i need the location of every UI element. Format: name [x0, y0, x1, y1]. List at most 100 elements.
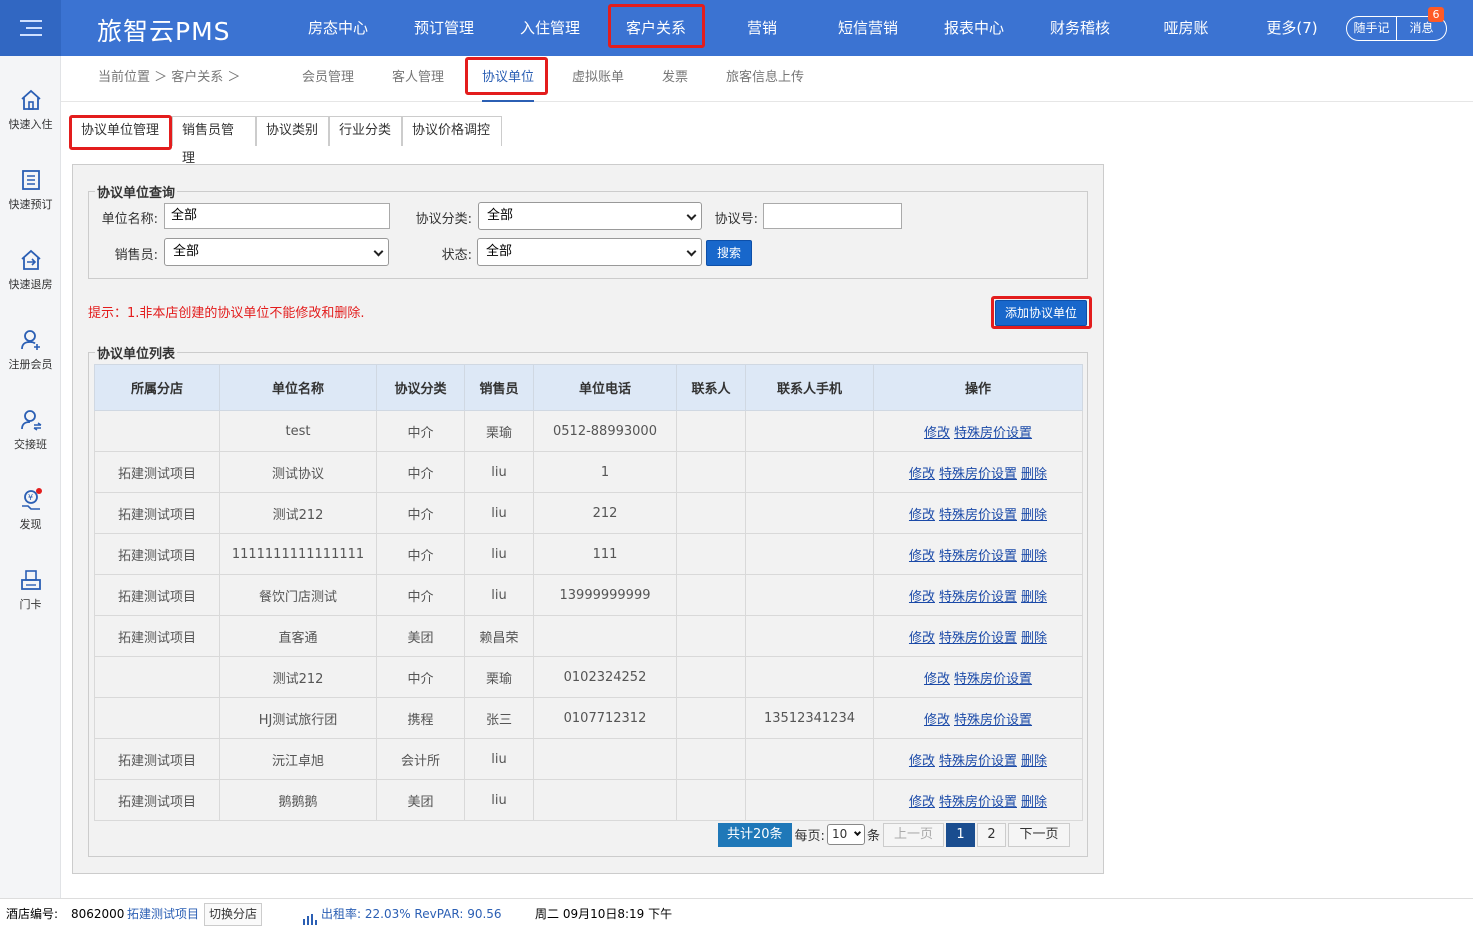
nav-reservations[interactable]: 预订管理: [404, 0, 484, 56]
nav-marketing[interactable]: 营销: [732, 0, 792, 56]
next-page-button[interactable]: 下一页: [1007, 822, 1070, 847]
sidebar-item-door-card[interactable]: 门卡: [0, 568, 61, 612]
menu-toggle-button[interactable]: [0, 0, 61, 56]
user-exchange-icon: [20, 410, 41, 431]
unit-name-input[interactable]: 全部: [164, 203, 390, 229]
edit-link[interactable]: 修改: [909, 795, 935, 810]
special-price-link[interactable]: 特殊房价设置: [939, 631, 1017, 646]
edit-link[interactable]: 修改: [909, 590, 935, 605]
delete-link[interactable]: 删除: [1021, 754, 1047, 769]
delete-link[interactable]: 删除: [1021, 467, 1047, 482]
edit-link[interactable]: 修改: [909, 467, 935, 482]
edit-link[interactable]: 修改: [924, 426, 950, 441]
cell-contact: [676, 779, 746, 821]
special-price-link[interactable]: 特殊房价设置: [939, 508, 1017, 523]
search-button[interactable]: 搜索: [706, 240, 752, 266]
sidebar-item-quick-checkin[interactable]: 快速入住: [0, 88, 61, 132]
cell-mobile: [745, 492, 874, 534]
subnav-guest-management[interactable]: 客人管理: [392, 56, 444, 102]
special-price-link[interactable]: 特殊房价设置: [939, 590, 1017, 605]
edit-link[interactable]: 修改: [909, 754, 935, 769]
per-page-select[interactable]: 10: [826, 824, 865, 845]
table-row: 拓建测试项目 1111111111111111 中介 liu 111 修改 特殊房价设置 删除: [94, 533, 1083, 575]
app-logo: 旅智云PMS: [97, 17, 231, 46]
subnav-virtual-bill[interactable]: 虚拟账单: [572, 56, 624, 102]
cell-branch: 拓建测试项目: [94, 451, 220, 493]
sidebar-item-register-member[interactable]: 注册会员: [0, 328, 61, 372]
sidebar-item-quick-booking[interactable]: 快速预订: [0, 168, 61, 212]
cell-sales: 栗瑜: [464, 410, 534, 452]
left-sidebar: 快速入住 快速预订 快速退房 注册会员 交接班 ¥ 发现 门卡: [0, 56, 61, 929]
delete-link[interactable]: 删除: [1021, 631, 1047, 646]
tab-agreement-price-control[interactable]: 协议价格调控: [402, 116, 502, 146]
edit-link[interactable]: 修改: [909, 631, 935, 646]
subnav-traveler-upload[interactable]: 旅客信息上传: [726, 56, 804, 102]
status-label: 状态:: [441, 248, 472, 263]
cell-phone: 1: [533, 451, 677, 493]
cell-category: 美团: [376, 615, 465, 657]
nav-dummy-account[interactable]: 哑房账: [1152, 0, 1220, 56]
tab-salesman-management[interactable]: 销售员管理: [172, 116, 256, 166]
column-header: 销售员: [464, 364, 534, 411]
cell-contact: [676, 451, 746, 493]
delete-link[interactable]: 删除: [1021, 795, 1047, 810]
special-price-link[interactable]: 特殊房价设置: [939, 754, 1017, 769]
tab-agreement-category[interactable]: 协议类别: [256, 116, 329, 146]
cell-actions: 修改 特殊房价设置 删除: [873, 738, 1083, 780]
tab-industry-category[interactable]: 行业分类: [329, 116, 402, 146]
edit-link[interactable]: 修改: [924, 672, 950, 687]
nav-room-status[interactable]: 房态中心: [298, 0, 378, 56]
message-count-badge: 6: [1428, 7, 1444, 22]
status-select[interactable]: 全部: [477, 238, 702, 266]
agreement-no-input[interactable]: [763, 203, 902, 229]
cell-name: 直客通: [219, 615, 377, 657]
cell-category: 会计所: [376, 738, 465, 780]
delete-link[interactable]: 删除: [1021, 590, 1047, 605]
special-price-link[interactable]: 特殊房价设置: [954, 713, 1032, 728]
special-price-link[interactable]: 特殊房价设置: [939, 549, 1017, 564]
cell-phone: 111: [533, 533, 677, 575]
prev-page-button[interactable]: 上一页: [882, 822, 944, 847]
sidebar-item-shift-handover[interactable]: 交接班: [0, 408, 61, 452]
nav-sms-marketing[interactable]: 短信营销: [828, 0, 908, 56]
cell-sales: liu: [464, 574, 534, 616]
subnav-invoice[interactable]: 发票: [662, 56, 688, 102]
category-select[interactable]: 全部: [478, 202, 702, 230]
highlight-box: [465, 57, 548, 95]
cell-actions: 修改 特殊房价设置 删除: [873, 451, 1083, 493]
cell-category: 中介: [376, 574, 465, 616]
edit-link[interactable]: 修改: [924, 713, 950, 728]
special-price-link[interactable]: 特殊房价设置: [939, 795, 1017, 810]
special-price-link[interactable]: 特殊房价设置: [939, 467, 1017, 482]
salesman-select[interactable]: 全部: [164, 238, 389, 266]
cell-branch: 拓建测试项目: [94, 738, 220, 780]
special-price-link[interactable]: 特殊房价设置: [954, 426, 1032, 441]
highlight-box: [608, 4, 705, 48]
sidebar-item-quick-checkout[interactable]: 快速退房: [0, 248, 61, 292]
nav-checkin[interactable]: 入住管理: [510, 0, 590, 56]
edit-link[interactable]: 修改: [909, 508, 935, 523]
sidebar-item-discover[interactable]: ¥ 发现: [0, 488, 61, 532]
page-1-button[interactable]: 1: [945, 822, 975, 847]
delete-link[interactable]: 删除: [1021, 508, 1047, 523]
cell-contact: [676, 533, 746, 575]
quick-note-button[interactable]: 随手记: [1347, 17, 1397, 40]
edit-link[interactable]: 修改: [909, 549, 935, 564]
nav-finance-audit[interactable]: 财务稽核: [1040, 0, 1120, 56]
sidebar-label: 门卡: [19, 598, 42, 611]
cell-name: 测试212: [219, 656, 377, 698]
delete-link[interactable]: 删除: [1021, 549, 1047, 564]
cell-contact: [676, 492, 746, 534]
cell-name: 测试协议: [219, 451, 377, 493]
special-price-link[interactable]: 特殊房价设置: [954, 672, 1032, 687]
nav-reports[interactable]: 报表中心: [934, 0, 1014, 56]
subnav-member-management[interactable]: 会员管理: [302, 56, 354, 102]
cell-category: 中介: [376, 410, 465, 452]
cell-category: 中介: [376, 533, 465, 575]
nav-more[interactable]: 更多(7): [1258, 0, 1326, 56]
cell-branch: [94, 410, 220, 452]
cell-phone: 0102324252: [533, 656, 677, 698]
switch-branch-button[interactable]: 切换分店: [204, 903, 263, 926]
page-2-button[interactable]: 2: [976, 822, 1006, 847]
cell-sales: liu: [464, 451, 534, 493]
